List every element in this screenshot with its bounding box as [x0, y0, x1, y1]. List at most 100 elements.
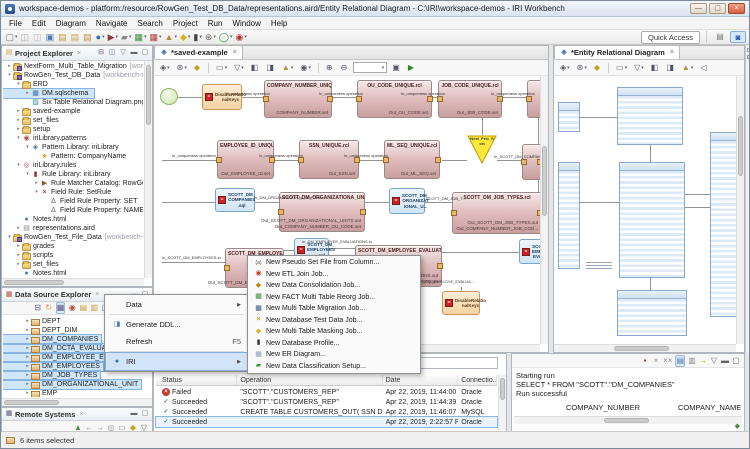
- tree-item[interactable]: Field Rule Property: NAME: [3, 206, 143, 215]
- tree-item[interactable]: Notes.html: [3, 269, 143, 277]
- show-results-icon[interactable]: ▤: [675, 355, 685, 367]
- tree-item[interactable]: ▸ DM_ORGANIZATIONAL_UNIT: [3, 380, 141, 389]
- subset-button[interactable]: ▲▾: [163, 31, 178, 44]
- twisty-icon[interactable]: ▸: [15, 224, 22, 233]
- quick-access-button[interactable]: Quick Access: [641, 31, 700, 44]
- zoom-in-button[interactable]: ⊕: [324, 62, 336, 74]
- profile-ink-button[interactable]: ▮▾: [192, 31, 203, 44]
- column-header[interactable]: Connectio...: [458, 375, 497, 385]
- menu-item[interactable]: Diagram: [51, 19, 91, 28]
- close-tab-icon[interactable]: ×: [95, 291, 99, 298]
- close-tab-icon[interactable]: ×: [77, 50, 81, 57]
- align-left-button[interactable]: ◧: [649, 62, 662, 74]
- font-button[interactable]: ▲▾: [280, 62, 295, 74]
- twisty-icon[interactable]: ▸: [24, 353, 31, 362]
- erd-tab[interactable]: ◈ *Entity Relational Diagram ×: [554, 45, 680, 59]
- column-header[interactable]: COMPANY_NUMBER: [566, 403, 678, 412]
- submenu-item[interactable]: New ETL Join Job...: [249, 269, 419, 281]
- key-button[interactable]: ◉▾: [234, 31, 248, 44]
- minimize-icon[interactable]: ▬: [721, 356, 729, 366]
- submenu-item[interactable]: New Multi Table Masking Job...: [249, 326, 419, 338]
- submenu-item[interactable]: New Pseudo Set File from Column...: [249, 257, 419, 269]
- refresh-icon[interactable]: ↻: [45, 303, 53, 313]
- column-header[interactable]: COMPANY_NAME: [678, 403, 741, 412]
- menu-item[interactable]: Navigate: [91, 19, 133, 28]
- filter-button[interactable]: ▽▾: [632, 62, 646, 74]
- export-config-icon[interactable]: ▥: [90, 303, 98, 313]
- tree-item[interactable]: ▾ iriLibrary.patterns: [3, 134, 143, 143]
- filter-button[interactable]: ▽▾: [232, 62, 246, 74]
- maximize-icon[interactable]: ▢: [732, 356, 740, 366]
- editor-tab[interactable]: ◈ *saved-example ×: [154, 45, 243, 59]
- close-tab-icon[interactable]: ×: [233, 49, 237, 56]
- run-flow-button[interactable]: ▶: [406, 62, 417, 74]
- minimize-button[interactable]: —: [690, 3, 707, 14]
- submenu-item[interactable]: New Database Profile...: [249, 338, 419, 350]
- horizontal-scrollbar[interactable]: [2, 278, 144, 286]
- show-source-icon[interactable]: ▥: [688, 356, 696, 366]
- iri-perspective-button[interactable]: ◙: [730, 31, 746, 43]
- sql-table-node[interactable]: SCOTT_DM_ EMPLOYEE_ EVALUATI...: [519, 239, 542, 264]
- flow-job-node[interactable]: SSN_UNIQUE.rcl Out_SSN.set: [299, 140, 359, 179]
- flow-job-node[interactable]: COMPANY_NUMBER_UNIQUE.rcl COMPANY_NUMBER…: [264, 80, 332, 118]
- erd-canvas[interactable]: [554, 76, 736, 338]
- tree-item[interactable]: ▸ DM_COMPANIES: [3, 335, 101, 344]
- vertical-scrollbar[interactable]: [736, 76, 744, 344]
- tree-item[interactable]: ▸ NextForm_Multi_Table_Migration [workbe…: [3, 62, 143, 71]
- er-entity[interactable]: [558, 162, 580, 269]
- tree-item[interactable]: ▸ scripts: [3, 251, 143, 260]
- twisty-icon[interactable]: ▾: [33, 188, 40, 197]
- tree-item[interactable]: ▸ saved-example: [3, 107, 143, 116]
- close-tab-icon[interactable]: ×: [670, 49, 674, 56]
- open-perspective-button[interactable]: ▤: [712, 31, 728, 43]
- menu-item[interactable]: Search: [133, 19, 168, 28]
- tree-item[interactable]: ▸ DM_JOB_TYPES: [3, 371, 100, 380]
- save-button[interactable]: ◫: [19, 31, 32, 44]
- sort-node[interactable]: Next_Prio_S ort: [467, 135, 497, 165]
- twisty-icon[interactable]: ▸: [24, 89, 31, 98]
- er-entity[interactable]: [710, 132, 736, 317]
- twisty-icon[interactable]: ▾: [15, 161, 22, 170]
- twisty-icon[interactable]: ▸: [24, 380, 31, 389]
- tree-item[interactable]: ▾ Rule Library: iriLibrary: [3, 170, 143, 179]
- link-editor-icon[interactable]: ◫: [108, 48, 116, 58]
- submenu-item[interactable]: New Data Consolidation Job...: [249, 280, 419, 292]
- twisty-icon[interactable]: ▸: [24, 326, 31, 335]
- twisty-icon[interactable]: ▸: [15, 125, 22, 134]
- tree-item[interactable]: Notes.html: [3, 215, 143, 224]
- twisty-icon[interactable]: ▸: [24, 389, 31, 397]
- flow-job-node[interactable]: ML_SEQ_UNIQUE.rcl Out_ML_SEQ.set: [384, 140, 440, 179]
- iri-sphere-button[interactable]: ●▾: [94, 31, 106, 44]
- terminate-icon[interactable]: ▪: [641, 356, 649, 366]
- twisty-icon[interactable]: ▸: [15, 116, 22, 125]
- flow-job-node[interactable]: [522, 144, 542, 180]
- remove-all-icon[interactable]: ××: [663, 356, 672, 366]
- shape-button[interactable]: ▭▾: [214, 62, 229, 74]
- er-entity[interactable]: [619, 162, 685, 278]
- menu-item[interactable]: Project: [168, 19, 203, 28]
- menu-item[interactable]: File: [4, 19, 27, 28]
- maximize-icon[interactable]: ▢: [141, 409, 149, 419]
- tree-item[interactable]: ▾ Pattern Library: iriLibrary: [3, 143, 143, 152]
- diagram-toolbar-button[interactable]: [208, 63, 209, 73]
- twisty-icon[interactable]: ▸: [15, 107, 22, 116]
- twisty-icon[interactable]: ▸: [6, 62, 13, 71]
- tree-item[interactable]: ▸ DM_DCTA_EVALUATIO: [3, 344, 120, 353]
- new-wizard-button[interactable]: ▢▾: [4, 31, 19, 44]
- tree-item[interactable]: ▸ grades: [3, 242, 143, 251]
- flow-job-node[interactable]: EMPLOYEE_ID_UNIQUE.rcl Out_EMPLOYEE_ID.s…: [217, 140, 274, 179]
- submenu-item[interactable]: New FACT Multi Table Reorg Job...: [249, 292, 419, 304]
- flow-job-node[interactable]: JOB_CODE_UNIQUE.rcl Out_JOB_CODE.set: [438, 80, 502, 118]
- connect-icon[interactable]: ◉: [68, 303, 76, 313]
- select-tool-button[interactable]: ◈▾: [558, 62, 572, 74]
- horizontal-scrollbar[interactable]: [554, 344, 736, 352]
- minimize-icon[interactable]: ▬: [130, 409, 138, 419]
- save-all-button[interactable]: ◫: [32, 31, 45, 44]
- menu-item[interactable]: Help: [266, 19, 292, 28]
- align-right-button[interactable]: ◨: [664, 62, 677, 74]
- column-header[interactable]: Status: [156, 375, 237, 385]
- menu-item-iri[interactable]: IRI ▶: [106, 353, 247, 370]
- tree-item[interactable]: ▾ RowGen_Test_File_Data [workbench-demos…: [3, 233, 143, 242]
- menu-item-generate-ddl[interactable]: Generate DDL...: [106, 316, 247, 333]
- maximize-icon[interactable]: ▢: [141, 48, 149, 58]
